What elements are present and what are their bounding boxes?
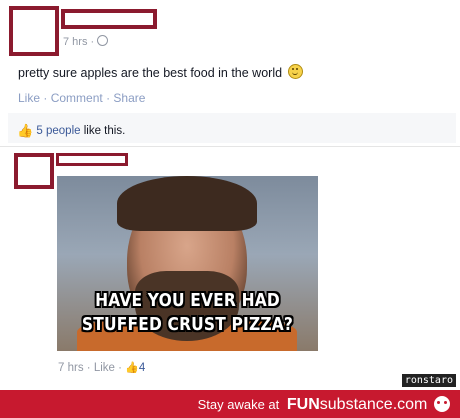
meme-caption-line-2: STUFFED CRUST PIZZA? bbox=[81, 314, 294, 335]
likers-link[interactable]: 5 people bbox=[36, 125, 80, 137]
post-timestamp[interactable]: 7 hrs bbox=[63, 36, 87, 48]
comment-like-count[interactable]: 4 bbox=[139, 362, 145, 374]
footer-brand-fun: FUN bbox=[286, 396, 320, 413]
poster-avatar-redacted bbox=[9, 6, 59, 56]
watermark: ronstaro bbox=[401, 374, 456, 387]
share-link[interactable]: Share bbox=[113, 91, 145, 105]
comment-meta: 7 hrs · Like · 👍4 bbox=[58, 362, 146, 374]
funsubstance-logo-icon bbox=[434, 396, 450, 412]
comment-link[interactable]: Comment bbox=[51, 91, 103, 105]
likes-summary: 👍 5 people like this. bbox=[17, 123, 126, 138]
footer-brand-tld: .com bbox=[392, 396, 428, 413]
comment-timestamp[interactable]: 7 hrs bbox=[58, 362, 84, 374]
thumbs-up-icon: 👍 bbox=[125, 362, 139, 374]
post-actions: Like · Comment · Share bbox=[18, 91, 146, 105]
post-meta: 7 hrs · bbox=[63, 35, 109, 48]
globe-icon bbox=[97, 35, 109, 46]
comment-like-link[interactable]: Like bbox=[94, 362, 115, 374]
post-divider bbox=[0, 146, 460, 147]
commenter-avatar-redacted bbox=[14, 153, 54, 189]
post-text: pretty sure apples are the best food in … bbox=[18, 64, 303, 80]
meme-hair bbox=[117, 176, 257, 231]
meme-caption-line-1: HAVE YOU EVER HAD bbox=[95, 290, 280, 311]
footer-brand-rest: substance bbox=[319, 396, 393, 413]
footer-tagline: Stay awake at bbox=[197, 397, 280, 412]
poster-name-redacted bbox=[61, 9, 157, 29]
footer-brand[interactable]: FUNsubstance.com bbox=[287, 396, 428, 413]
comment-meme-image[interactable]: HAVE YOU EVER HAD STUFFED CRUST PIZZA? bbox=[57, 176, 318, 351]
footer-banner: Stay awake at FUNsubstance.com bbox=[0, 390, 460, 418]
smiley-icon bbox=[287, 64, 303, 79]
commenter-name-redacted bbox=[56, 153, 128, 166]
like-link[interactable]: Like bbox=[18, 91, 40, 105]
footer-content: Stay awake at FUNsubstance.com bbox=[198, 396, 450, 414]
thumbs-up-icon: 👍 bbox=[17, 123, 34, 138]
